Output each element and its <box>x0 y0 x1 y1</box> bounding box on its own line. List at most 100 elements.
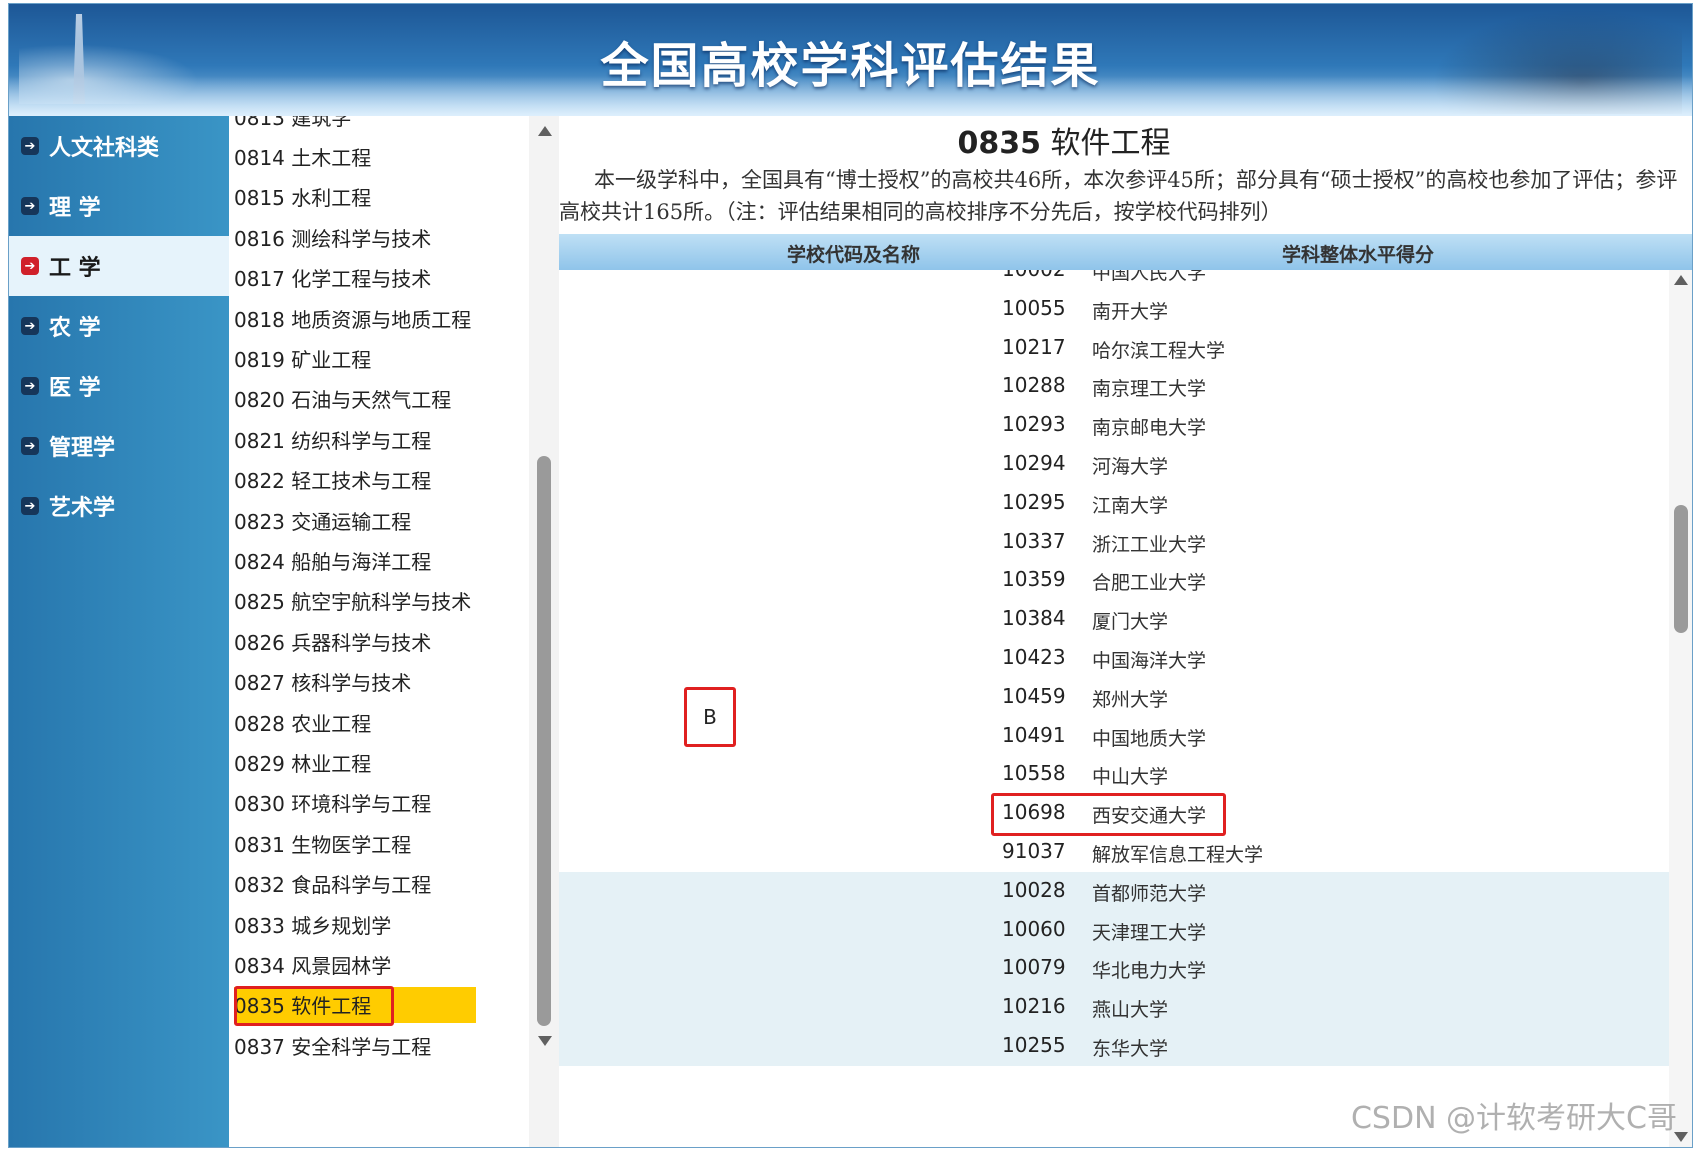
school-code: 10558 <box>1002 761 1066 786</box>
subject-list: 0813 建筑学 0814 土木工程 0815 水利工程 0816 测绘科学与技术 08… <box>229 116 529 1147</box>
school-code: 10295 <box>1002 489 1066 514</box>
school-code: 10255 <box>1002 1033 1066 1057</box>
scrollbar-thumb[interactable] <box>537 456 551 1026</box>
school-name: 燕山大学 <box>1092 999 1169 1022</box>
table-row: 10028 首都师范大学 <box>559 871 1669 911</box>
scrollbar-thumb[interactable] <box>1674 505 1688 633</box>
school-name: 南京理工大学 <box>1092 378 1207 401</box>
school-name: 东华大学 <box>1092 1038 1169 1060</box>
school-code: 10002 <box>1002 270 1066 281</box>
table-row: 10295 江南大学 <box>559 484 1669 523</box>
category-item[interactable]: ➔ 工 学 <box>9 236 229 296</box>
subject-item[interactable]: 0816 测绘科学与技术 <box>234 219 431 255</box>
school-code: 10491 <box>1002 722 1066 747</box>
subject-item[interactable]: 0825 航空宇航科学与技术 <box>234 583 471 619</box>
scroll-up-arrow-icon[interactable] <box>538 126 552 136</box>
arrow-right-icon: ➔ <box>21 497 39 515</box>
school-name: 合肥工业大学 <box>1092 572 1207 595</box>
table-row: 10060 天津理工大学 <box>559 910 1669 950</box>
school-code: 10288 <box>1002 373 1066 398</box>
subject-item[interactable]: 0830 环境科学与工程 <box>234 785 431 821</box>
category-sidebar: ➔ 人文社科类 ➔ 理 学 ➔ 工 学 ➔ 农 学 ➔ 医 学 ➔ 管理学 ➔ 艺术学 <box>9 116 229 1147</box>
category-label: 理 学 <box>49 196 101 221</box>
table-row: 10359 合肥工业大学 <box>559 561 1669 600</box>
result-table-header: 学校代码及名称 学科整体水平得分 <box>559 234 1692 270</box>
school-code: 10294 <box>1002 451 1066 475</box>
result-table-body: 10255 东华大学 10216 燕山大学 10079 华北电力大学 10060 天津理工大学… <box>559 270 1669 1147</box>
table-row: 91037 解放军信息工程大学 <box>559 833 1669 872</box>
school-code: 91037 <box>1002 839 1066 863</box>
subject-item[interactable]: 0824 船舶与海洋工程 <box>234 542 431 578</box>
subject-item[interactable]: 0821 纺织科学与工程 <box>234 421 431 457</box>
subject-item[interactable]: 0828 农业工程 <box>234 704 371 740</box>
table-row: 10384 厦门大学 <box>559 600 1669 639</box>
subject-item[interactable]: 0822 轻工技术与工程 <box>234 462 431 498</box>
subject-item[interactable]: 0827 核科学与技术 <box>234 664 411 700</box>
subject-item[interactable]: 0832 食品科学与工程 <box>234 866 431 902</box>
table-row: 10337 浙江工业大学 <box>559 523 1669 562</box>
subject-item[interactable]: 0833 城乡规划学 <box>234 906 391 942</box>
subject-item[interactable]: 0813 建筑学 <box>234 116 351 134</box>
school-code: 10293 <box>1002 412 1066 437</box>
category-item[interactable]: ➔ 理 学 <box>9 176 229 236</box>
column-header-score: 学科整体水平得分 <box>1282 244 1435 266</box>
highlight-box <box>991 793 1226 837</box>
school-name: 南京邮电大学 <box>1092 417 1207 440</box>
subject-item[interactable]: 0831 生物医学工程 <box>234 825 411 861</box>
subject-item[interactable]: 0820 石油与天然气工程 <box>234 381 451 417</box>
category-item[interactable]: ➔ 艺术学 <box>9 476 229 536</box>
page-frame: 全国高校学科评估结果 ➔ 人文社科类 ➔ 理 学 ➔ 工 学 ➔ 农 学 ➔ 医 学 ➔ 管理学 ➔ 艺术… <box>8 3 1693 1148</box>
category-item[interactable]: ➔ 医 学 <box>9 356 229 416</box>
arrow-right-icon: ➔ <box>21 317 39 335</box>
subject-item[interactable]: 0837 安全科学与工程 <box>234 1027 431 1063</box>
subject-item[interactable]: 0814 土木工程 <box>234 138 371 174</box>
school-code: 10359 <box>1002 567 1066 592</box>
scroll-down-arrow-icon[interactable] <box>538 1036 552 1046</box>
subject-item[interactable]: 0817 化学工程与技术 <box>234 260 431 296</box>
table-row: 10294 河海大学 <box>559 445 1669 484</box>
school-name: 天津理工大学 <box>1092 921 1207 944</box>
subject-item[interactable]: 0815 水利工程 <box>234 179 371 215</box>
table-row: 10423 中国海洋大学 <box>559 639 1669 678</box>
school-name: 中国地质大学 <box>1092 727 1207 750</box>
school-name: 江南大学 <box>1092 494 1169 517</box>
category-label: 管理学 <box>49 436 116 461</box>
watermark: CSDN @计软考研大C哥 <box>1350 1101 1677 1136</box>
subject-item[interactable]: 0826 兵器科学与技术 <box>234 623 431 659</box>
school-name: 郑州大学 <box>1092 688 1169 711</box>
school-code: 10079 <box>1002 955 1066 980</box>
table-row: 10002 中国人民大学 <box>559 270 1669 290</box>
school-name: 中国海洋大学 <box>1092 650 1207 672</box>
subject-item[interactable]: 0829 林业工程 <box>234 744 371 780</box>
school-code: 10337 <box>1002 528 1066 553</box>
school-code: 10217 <box>1002 334 1066 359</box>
school-name: 哈尔滨工程大学 <box>1092 339 1226 362</box>
category-item[interactable]: ➔ 人文社科类 <box>9 116 229 176</box>
subject-list-scrollbar[interactable] <box>529 116 559 1147</box>
subject-title-code: 0835 <box>957 126 1041 161</box>
table-row: 10079 华北电力大学 <box>559 949 1669 989</box>
category-item[interactable]: ➔ 管理学 <box>9 416 229 476</box>
category-label: 医 学 <box>49 376 101 401</box>
school-name: 浙江工业大学 <box>1092 533 1207 556</box>
subject-item[interactable]: 0835 软件工程 <box>234 985 476 1026</box>
table-row: 10216 燕山大学 <box>559 988 1669 1028</box>
scroll-up-arrow-icon[interactable] <box>1674 275 1688 285</box>
column-header-school: 学校代码及名称 <box>787 244 921 266</box>
school-code: 10423 <box>1002 645 1066 669</box>
category-item[interactable]: ➔ 农 学 <box>9 296 229 356</box>
subject-item[interactable]: 0819 矿业工程 <box>234 340 371 376</box>
result-panel: 0835 软件工程 本一级学科中，全国具有“博士授权”的高校共46所，本次参评4… <box>559 116 1692 1147</box>
category-label: 工 学 <box>49 256 101 281</box>
school-name: 南开大学 <box>1092 300 1169 323</box>
school-code: 10216 <box>1002 994 1066 1019</box>
school-code: 10060 <box>1002 916 1066 941</box>
school-name: 解放军信息工程大学 <box>1092 844 1264 866</box>
subject-title-name: 软件工程 <box>1050 126 1171 161</box>
subject-item[interactable]: 0818 地质资源与地质工程 <box>234 300 471 336</box>
result-table-scrollbar[interactable] <box>1669 270 1692 1147</box>
school-code: 10028 <box>1002 877 1066 902</box>
school-code: 10459 <box>1002 683 1066 708</box>
subject-item[interactable]: 0823 交通运输工程 <box>234 502 411 538</box>
subject-item[interactable]: 0834 风景园林学 <box>234 946 391 982</box>
